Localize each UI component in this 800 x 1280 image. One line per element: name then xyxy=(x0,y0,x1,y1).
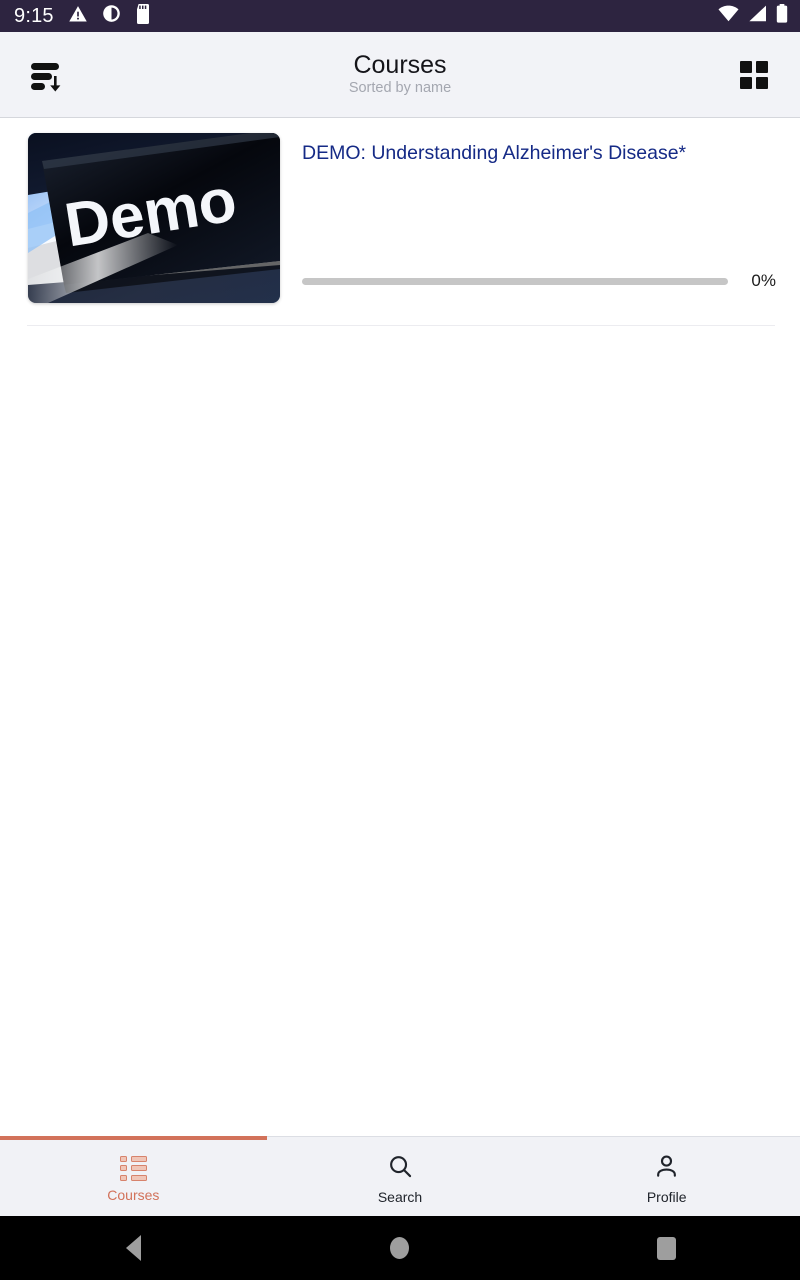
warning-triangle-icon xyxy=(68,4,88,29)
courses-grid-icon xyxy=(119,1155,147,1181)
course-list-item[interactable]: Demo DEMO: Understanding Alzheimer's Dis… xyxy=(0,118,800,303)
list-divider xyxy=(27,325,775,326)
status-bar: 9:15 xyxy=(0,0,800,32)
course-details: DEMO: Understanding Alzheimer's Disease*… xyxy=(302,133,776,303)
status-bar-left: 9:15 xyxy=(14,3,151,29)
bottom-navigation: Courses Search Profile xyxy=(0,1136,800,1216)
cellular-signal-icon xyxy=(748,5,767,27)
home-circle-icon xyxy=(390,1237,410,1259)
sort-button[interactable] xyxy=(22,51,70,99)
search-icon xyxy=(387,1153,414,1183)
person-icon xyxy=(653,1153,680,1183)
nav-tab-profile-label: Profile xyxy=(646,1189,687,1205)
nav-tab-search-label: Search xyxy=(377,1189,423,1205)
battery-icon xyxy=(776,4,788,28)
view-toggle-button[interactable] xyxy=(730,51,778,99)
course-list: Demo DEMO: Understanding Alzheimer's Dis… xyxy=(0,118,800,1136)
android-recents-button[interactable] xyxy=(622,1216,712,1280)
recents-square-icon xyxy=(657,1236,677,1260)
progress-percent-label: 0% xyxy=(751,271,776,290)
sort-descending-icon xyxy=(31,60,61,91)
nav-tab-courses-label: Courses xyxy=(107,1186,160,1203)
progress-bar xyxy=(302,277,728,285)
nav-tab-courses[interactable]: Courses xyxy=(0,1137,267,1216)
sd-card-icon xyxy=(135,3,151,29)
android-home-button[interactable] xyxy=(355,1216,445,1280)
nav-tab-search[interactable]: Search xyxy=(267,1137,534,1216)
app-root: 9:15 Courses Sorted by name Demo DEMO: U… xyxy=(0,0,800,1280)
course-progress: 0% xyxy=(302,271,776,303)
status-bar-right xyxy=(718,4,788,28)
nav-tab-profile[interactable]: Profile xyxy=(533,1137,800,1216)
grid-view-icon xyxy=(740,60,768,89)
course-thumbnail[interactable]: Demo xyxy=(28,133,280,303)
status-clock: 9:15 xyxy=(14,5,54,27)
page-subtitle: Sorted by name xyxy=(348,80,452,97)
arrow-down-icon xyxy=(50,75,61,91)
app-bar: Courses Sorted by name xyxy=(0,32,800,121)
android-navigation-bar xyxy=(0,1216,800,1280)
page-title: Courses xyxy=(353,50,447,79)
wifi-icon xyxy=(718,5,739,27)
demo-keyboard-image: Demo xyxy=(28,133,280,303)
contrast-circle-icon xyxy=(102,4,121,28)
android-back-button[interactable] xyxy=(88,1216,178,1280)
app-bar-titles: Courses Sorted by name xyxy=(0,32,800,117)
back-triangle-icon xyxy=(125,1235,141,1261)
active-tab-indicator xyxy=(0,1136,267,1140)
course-title[interactable]: DEMO: Understanding Alzheimer's Disease* xyxy=(302,141,776,165)
